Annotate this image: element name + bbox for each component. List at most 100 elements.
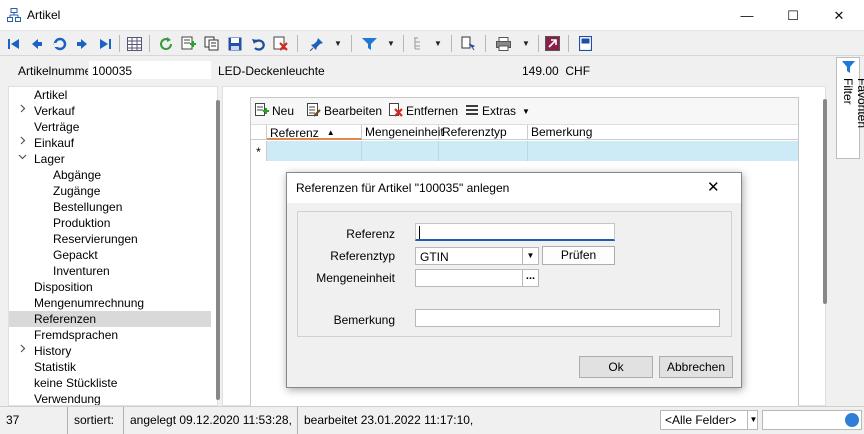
- first-record-icon[interactable]: [4, 34, 23, 53]
- save-icon[interactable]: [225, 34, 244, 53]
- column-header-bemerkung[interactable]: Bemerkung: [528, 125, 798, 140]
- tree-item-verträge[interactable]: Verträge: [9, 119, 211, 135]
- sort-ascending-icon: ▲: [326, 128, 335, 137]
- chevron-right-icon[interactable]: [18, 343, 27, 359]
- references-grid-header: Referenz ▲ Mengeneinheit Referenztyp Beme…: [251, 124, 798, 140]
- entry-count: 37 Einträge: [0, 407, 68, 434]
- tree-item-bestellungen[interactable]: Bestellungen: [9, 199, 211, 215]
- new-row[interactable]: *: [251, 141, 798, 161]
- pruefen-button[interactable]: Prüfen: [542, 246, 615, 265]
- tree-item-mengenumrechnung[interactable]: Mengenumrechnung: [9, 295, 211, 311]
- referenztyp-select[interactable]: GTIN ▼: [415, 247, 539, 265]
- toolbar-separator: [538, 35, 539, 52]
- tree-scrollbar[interactable]: [216, 100, 220, 400]
- last-record-icon[interactable]: [95, 34, 114, 53]
- search-go-icon[interactable]: [845, 413, 859, 427]
- search-doc-icon[interactable]: [459, 34, 478, 53]
- edit-reference-button[interactable]: Bearbeiten: [307, 103, 382, 120]
- bemerkung-label: Bemerkung: [333, 313, 395, 327]
- new-record-icon[interactable]: [179, 34, 198, 53]
- sidebar-icon[interactable]: [576, 34, 595, 53]
- filter-icon[interactable]: [360, 34, 379, 53]
- tree-item-label: Verwendung: [34, 392, 101, 406]
- chevron-right-icon[interactable]: [18, 135, 27, 151]
- dialog-close-icon[interactable]: ✕: [707, 178, 720, 196]
- panel-scrollbar[interactable]: [823, 99, 827, 304]
- tree-item-einkauf[interactable]: Einkauf: [9, 135, 211, 151]
- tree-item-statistik[interactable]: Statistik: [9, 359, 211, 375]
- cancel-button[interactable]: Abbrechen: [659, 356, 733, 378]
- chevron-down-icon[interactable]: [18, 151, 27, 167]
- pin-dropdown-icon[interactable]: ▼: [333, 34, 343, 53]
- chevron-right-icon[interactable]: [18, 103, 27, 119]
- toolbar-separator: [451, 35, 452, 52]
- tree-item-lager[interactable]: Lager: [9, 151, 211, 167]
- mengeneinheit-field[interactable]: ...: [415, 269, 539, 287]
- tree-item-referenzen[interactable]: Referenzen: [9, 311, 211, 327]
- window-title: Artikel: [27, 8, 61, 22]
- refresh-icon[interactable]: [156, 34, 175, 53]
- tree-item-verkauf[interactable]: Verkauf: [9, 103, 211, 119]
- close-button[interactable]: ✕: [816, 0, 862, 31]
- new-document-icon: [255, 103, 269, 116]
- tree-item-abgänge[interactable]: Abgänge: [9, 167, 211, 183]
- tree-item-disposition[interactable]: Disposition: [9, 279, 211, 295]
- column-header-referenz[interactable]: Referenz ▲: [267, 125, 362, 140]
- print-icon[interactable]: [494, 34, 513, 53]
- grid-cell[interactable]: [267, 141, 362, 161]
- undo-icon[interactable]: [248, 34, 267, 53]
- tree-item-gepackt[interactable]: Gepackt: [9, 247, 211, 263]
- dialog-fields-group: Referenz Referenztyp GTIN ▼ Prüfen Menge…: [297, 211, 732, 337]
- chevron-down-icon: ▼: [522, 107, 530, 116]
- bemerkung-input[interactable]: [415, 309, 720, 327]
- toolbar-separator: [403, 35, 404, 52]
- ok-button[interactable]: Ok: [579, 356, 653, 378]
- quick-search-input[interactable]: [762, 410, 862, 430]
- article-price: 149.00 CHF: [522, 64, 591, 78]
- tree-item-label: Gepackt: [53, 248, 98, 262]
- tree-item-history[interactable]: History: [9, 343, 211, 359]
- create-reference-dialog: Referenzen für Artikel "100035" anlegen …: [286, 172, 742, 388]
- favorites-filter-tab[interactable]: Favoriten Filter: [836, 57, 864, 159]
- tree-dropdown-icon[interactable]: ▼: [433, 34, 443, 53]
- tree-item-produktion[interactable]: Produktion: [9, 215, 211, 231]
- tree-item-verwendung[interactable]: Verwendung: [9, 391, 211, 406]
- minimize-button[interactable]: —: [724, 0, 770, 31]
- prev-record-icon[interactable]: [27, 34, 46, 53]
- created-info: angelegt 09.12.2020 11:53:28, 6: [124, 407, 298, 434]
- new-reference-button[interactable]: Neu: [255, 103, 294, 120]
- tree-item-inventuren[interactable]: Inventuren: [9, 263, 211, 279]
- chevron-down-icon[interactable]: ▼: [747, 411, 759, 429]
- print-dropdown-icon[interactable]: ▼: [521, 34, 531, 53]
- extras-menu-button[interactable]: Extras ▼: [465, 103, 530, 120]
- tree-item-keine-stückliste[interactable]: keine Stückliste: [9, 375, 211, 391]
- field-filter-select[interactable]: <Alle Felder> ▼: [660, 410, 758, 430]
- tree-item-fremdsprachen[interactable]: Fremdsprachen: [9, 327, 211, 343]
- tree-item-reservierungen[interactable]: Reservierungen: [9, 231, 211, 247]
- history-back-icon[interactable]: [50, 34, 69, 53]
- next-record-icon[interactable]: [72, 34, 91, 53]
- ellipsis-button[interactable]: ...: [522, 270, 538, 286]
- copy-record-icon[interactable]: [202, 34, 221, 53]
- chevron-down-icon[interactable]: ▼: [522, 248, 538, 264]
- tree-icon[interactable]: [409, 34, 428, 53]
- grid-cell[interactable]: [362, 141, 439, 161]
- import-icon[interactable]: [543, 34, 562, 53]
- grid-cell[interactable]: [439, 141, 528, 161]
- maximize-button[interactable]: ☐: [770, 0, 816, 31]
- tree-item-zugänge[interactable]: Zugänge: [9, 183, 211, 199]
- remove-reference-button[interactable]: Entfernen: [389, 103, 458, 120]
- article-number-field[interactable]: 100035: [88, 60, 212, 80]
- table-view-icon[interactable]: [125, 34, 144, 53]
- tree-item-label: Fremdsprachen: [34, 328, 119, 342]
- grid-cell[interactable]: [528, 141, 798, 161]
- referenz-input[interactable]: [415, 223, 615, 241]
- app-hierarchy-icon: [7, 8, 21, 22]
- pin-icon[interactable]: [307, 34, 326, 53]
- tree-item-artikel[interactable]: Artikel: [9, 87, 211, 103]
- column-header-mengeneinheit[interactable]: Mengeneinheit: [362, 125, 444, 140]
- text-caret: [419, 226, 420, 239]
- column-header-referenztyp[interactable]: Referenztyp: [439, 125, 528, 140]
- delete-icon[interactable]: [271, 34, 290, 53]
- filter-dropdown-icon[interactable]: ▼: [386, 34, 396, 53]
